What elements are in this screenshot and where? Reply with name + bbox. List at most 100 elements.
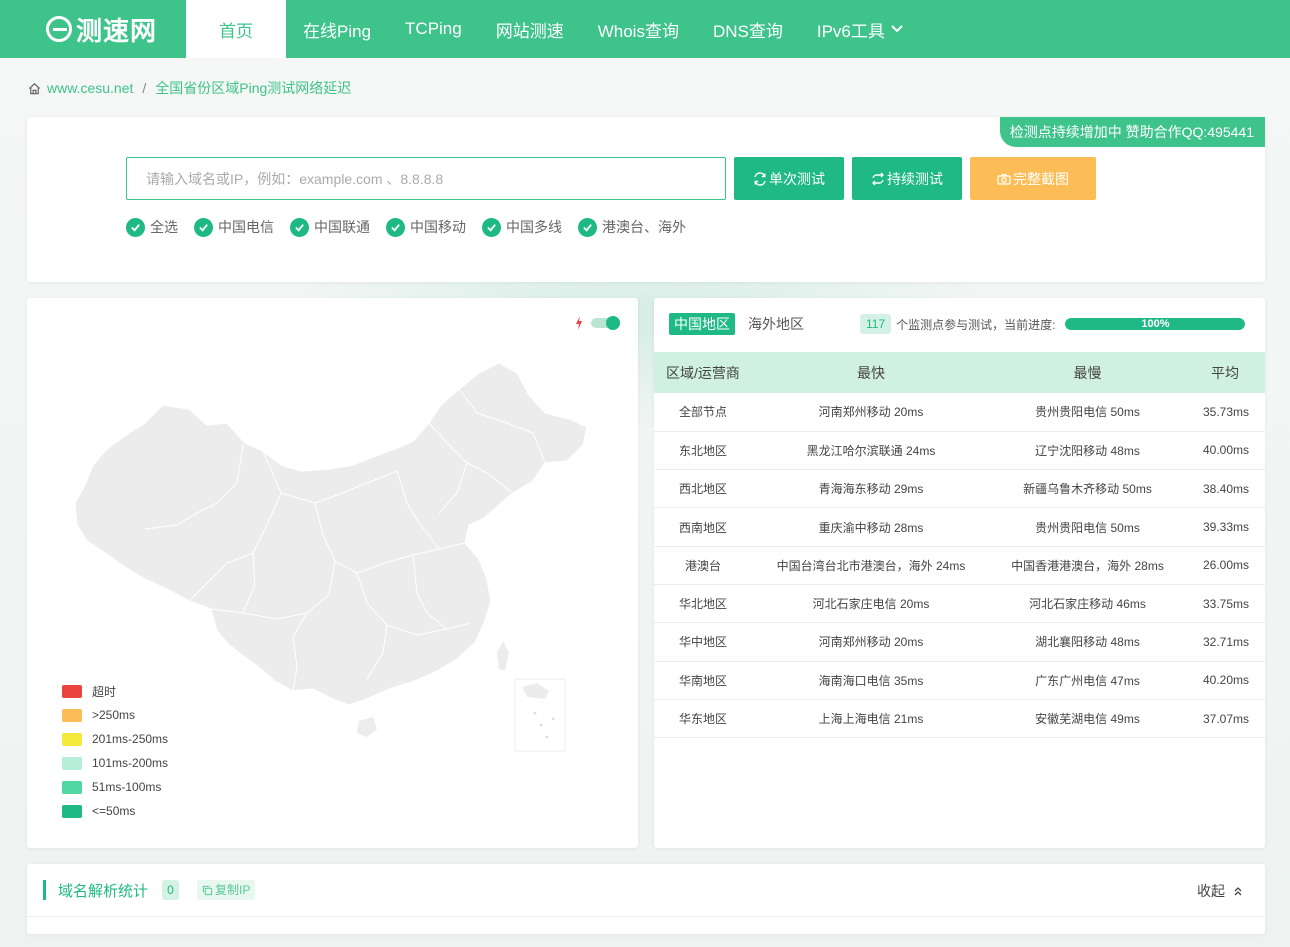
loop-icon: [872, 172, 884, 185]
table-row: 全部节点 河南郑州移动 20ms 贵州贵阳电信 50ms 35.73ms: [654, 393, 1265, 432]
nav-item-whois[interactable]: Whois查询: [581, 0, 696, 58]
table-row: 西北地区 青海海东移动 29ms 新疆乌鲁木齐移动 50ms 38.40ms: [654, 470, 1265, 508]
legend-label: 51ms-100ms: [92, 780, 162, 794]
legend-label: 101ms-200ms: [92, 756, 169, 770]
checkbox-checked-icon: [578, 217, 597, 237]
hainan-shape: [357, 717, 377, 737]
region-cell: 华东地区: [678, 712, 727, 727]
checkbox-checked-icon: [482, 217, 501, 237]
legend-item: 51ms-100ms: [62, 775, 168, 799]
region-cell: 西南地区: [678, 520, 727, 535]
filter-overseas[interactable]: 港澳台、海外: [578, 217, 686, 237]
copy-icon: [202, 885, 213, 895]
legend-swatch: [62, 708, 82, 722]
filter-mobile[interactable]: 中国移动: [386, 217, 466, 237]
nav-label: TCPing: [405, 19, 462, 38]
filter-telecom[interactable]: 中国电信: [194, 217, 274, 237]
region-cell: 华南地区: [678, 673, 727, 688]
filter-label: 港澳台、海外: [602, 219, 686, 235]
table-row: 华中地区 河南郑州移动 20ms 湖北襄阳移动 48ms 32.71ms: [654, 623, 1265, 662]
nav-label: 网站测速: [495, 21, 564, 41]
nav-item-ipv6[interactable]: IPv6工具: [800, 0, 920, 58]
copy-ip-button[interactable]: 复制IP: [197, 880, 256, 900]
section-accent-bar: [43, 880, 46, 900]
dns-stats-header: 域名解析统计 0 复制IP 收起: [27, 864, 1265, 917]
sponsor-ribbon: 检测点持续增加中 赞助合作QQ:495441: [999, 117, 1265, 147]
breadcrumb-separator: /: [142, 80, 147, 96]
slowest-cell: 新疆乌鲁木齐移动 50ms: [1023, 482, 1152, 497]
table-row: 华北地区 河北石家庄电信 20ms 河北石家庄移动 46ms 33.75ms: [654, 584, 1265, 623]
continuous-test-button[interactable]: 持续测试: [852, 157, 962, 200]
slowest-cell: 中国香港港澳台，海外 28ms: [1011, 558, 1164, 573]
checkbox-checked-icon: [290, 217, 309, 237]
region-cell: 全部节点: [678, 405, 727, 420]
lightning-icon: [576, 316, 582, 330]
filter-all[interactable]: 全选: [126, 217, 178, 237]
host-input[interactable]: [126, 157, 726, 200]
region-tabs: 中国地区 海外地区: [669, 313, 809, 335]
screenshot-button[interactable]: 完整截图: [970, 157, 1096, 200]
legend-swatch: [62, 732, 82, 746]
average-cell: 37.07ms: [1202, 711, 1249, 726]
dns-stats-panel: 域名解析统计 0 复制IP 收起: [27, 864, 1265, 934]
latency-legend: 超时 >250ms 201ms-250ms 101ms-200ms 51ms-1…: [62, 679, 168, 823]
node-count-badge: 117: [860, 314, 892, 334]
legend-label: >250ms: [92, 708, 136, 722]
collapse-button[interactable]: 收起: [1197, 881, 1243, 901]
column-header: 最快: [857, 364, 885, 381]
fastest-cell: 青海海东移动 29ms: [818, 482, 924, 497]
filter-unicom[interactable]: 中国联通: [290, 217, 370, 237]
tab-china[interactable]: 中国地区: [669, 313, 735, 335]
nav-item-home[interactable]: 首页: [186, 0, 286, 58]
table-header-row: 区域/运营商 最快 最慢 平均: [654, 352, 1265, 393]
column-header: 最慢: [1073, 364, 1102, 381]
slowest-cell: 安徽芜湖电信 49ms: [1035, 712, 1140, 727]
south-sea-inset: [514, 678, 566, 752]
logo-text: 测速网: [76, 15, 158, 46]
average-cell: 38.40ms: [1202, 481, 1249, 496]
single-test-button[interactable]: 单次测试: [734, 157, 844, 200]
filter-label: 中国多线: [506, 219, 562, 235]
copy-ip-label: 复制IP: [215, 883, 251, 897]
table-row: 西南地区 重庆渝中移动 28ms 贵州贵阳电信 50ms 39.33ms: [654, 508, 1265, 547]
checkbox-checked-icon: [194, 217, 213, 237]
region-cell: 西北地区: [678, 482, 727, 497]
site-logo[interactable]: 测速网: [0, 0, 186, 58]
tab-overseas[interactable]: 海外地区: [743, 313, 809, 335]
legend-item: 201ms-250ms: [62, 727, 168, 751]
camera-icon: [997, 173, 1011, 185]
realtime-toggle[interactable]: [575, 316, 620, 330]
filter-label: 中国联通: [314, 219, 370, 235]
fastest-cell: 河南郑州移动 20ms: [818, 405, 924, 420]
table-row: 华东地区 上海上海电信 21ms 安徽芜湖电信 49ms 37.07ms: [654, 699, 1265, 738]
continuous-test-label: 持续测试: [887, 170, 943, 187]
breadcrumb-home-link[interactable]: www.cesu.net: [47, 80, 133, 96]
slowest-cell: 河北石家庄移动 46ms: [1029, 597, 1146, 612]
nav-item-tcping[interactable]: TCPing: [388, 0, 479, 58]
legend-item: 101ms-200ms: [62, 751, 168, 775]
fastest-cell: 中国台湾台北市港澳台，海外 24ms: [776, 558, 966, 573]
toggle-knob: [606, 316, 620, 330]
fastest-cell: 海南海口电信 35ms: [818, 673, 924, 688]
slowest-cell: 贵州贵阳电信 50ms: [1035, 520, 1140, 535]
table-row: 华南地区 海南海口电信 35ms 广东广州电信 47ms 40.20ms: [654, 661, 1265, 700]
legend-label: <=50ms: [92, 804, 136, 818]
legend-swatch: [62, 804, 82, 818]
column-header: 平均: [1211, 364, 1239, 381]
filter-multiline[interactable]: 中国多线: [482, 217, 562, 237]
nav-item-ping[interactable]: 在线Ping: [286, 0, 388, 58]
slowest-cell: 广东广州电信 47ms: [1035, 673, 1140, 688]
collapse-label: 收起: [1197, 883, 1225, 899]
nav-item-site-speed[interactable]: 网站测速: [479, 0, 581, 58]
region-cell: 华中地区: [678, 635, 727, 650]
region-cell: 东北地区: [678, 443, 727, 458]
breadcrumb-current: 全国省份区域Ping测试网络延迟: [155, 80, 352, 96]
single-test-label: 单次测试: [769, 170, 825, 187]
nav-item-dns[interactable]: DNS查询: [696, 0, 800, 58]
region-cell: 华北地区: [678, 597, 727, 612]
legend-swatch: [62, 756, 82, 770]
results-table: 区域/运营商 最快 最慢 平均 全部节点 河南郑州移动 20ms 贵州贵阳电信 50…: [654, 352, 1265, 738]
chevron-down-icon: [891, 25, 903, 33]
fastest-cell: 上海上海电信 21ms: [818, 712, 924, 727]
average-cell: 39.33ms: [1202, 520, 1249, 535]
